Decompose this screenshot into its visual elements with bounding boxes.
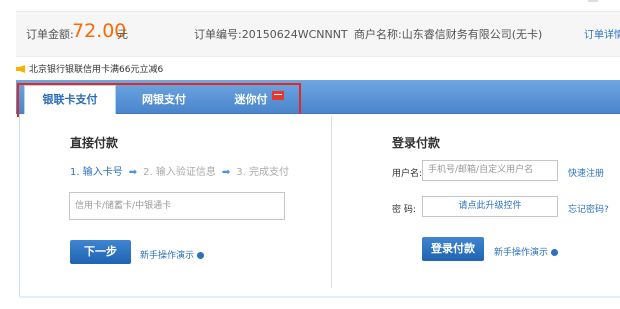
highlight-box <box>17 83 301 117</box>
order-summary-bar: 订单金额: 72.00 元 订单编号:20150624WCNNNT 商户名称:山… <box>16 11 620 57</box>
username-input[interactable]: 手机号/邮箱/自定义用户名 <box>422 160 558 181</box>
info-dot-icon <box>197 252 205 259</box>
promo-text: 北京银行银联信用卡满66元立减6 <box>29 65 164 75</box>
top-strip <box>0 0 620 6</box>
direct-guide-link[interactable]: 新手操作演示 <box>140 248 205 261</box>
guide-label: 新手操作演示 <box>140 251 195 261</box>
login-pay-button[interactable]: 登录付款 <box>422 237 484 261</box>
step-1: 1. 输入卡号 <box>70 167 123 178</box>
merchant-name: 商户名称:山东睿信财务有限公司(无卡) <box>354 28 543 41</box>
corner-mark <box>588 0 598 2</box>
step-arrow-icon: ➡ <box>221 167 231 178</box>
guide-label: 新手操作演示 <box>494 248 549 258</box>
order-number: 订单编号:20150624WCNNNT <box>194 28 348 41</box>
info-dot-icon <box>551 249 559 256</box>
promo-banner[interactable]: 北京银行银联信用卡满66元立减6 <box>16 62 163 76</box>
direct-pay-title: 直接付款 <box>70 136 119 150</box>
speaker-icon <box>16 65 25 73</box>
upgrade-plugin-field[interactable]: 请点此升级控件 <box>422 196 558 217</box>
next-step-button[interactable]: 下一步 <box>70 240 131 264</box>
pay-steps: 1. 输入卡号 ➡ 2. 输入验证信息 ➡ 3. 完成支付 <box>70 163 289 178</box>
step-3: 3. 完成支付 <box>236 167 289 178</box>
card-number-placeholder: 信用卡/储蓄卡/中银通卡 <box>75 201 172 211</box>
quick-register-link[interactable]: 快速注册 <box>568 166 604 179</box>
amount-unit: 元 <box>117 28 128 41</box>
username-placeholder: 手机号/邮箱/自定义用户名 <box>428 165 534 175</box>
password-label: 密 码: <box>392 205 416 215</box>
card-number-input[interactable]: 信用卡/储蓄卡/中银通卡 <box>69 192 285 220</box>
panel-bottom-line <box>19 296 620 298</box>
panel-divider <box>331 116 332 288</box>
order-details-link[interactable]: 订单详情 <box>584 26 620 41</box>
step-arrow-icon: ➡ <box>128 167 138 178</box>
step-2: 2. 输入验证信息 <box>143 167 216 178</box>
username-label: 用户名: <box>392 169 423 179</box>
forgot-password-link[interactable]: 忘记密码? <box>568 202 609 215</box>
login-guide-link[interactable]: 新手操作演示 <box>494 245 559 258</box>
login-pay-title: 登录付款 <box>392 136 441 150</box>
amount-label: 订单金额: <box>26 28 74 41</box>
